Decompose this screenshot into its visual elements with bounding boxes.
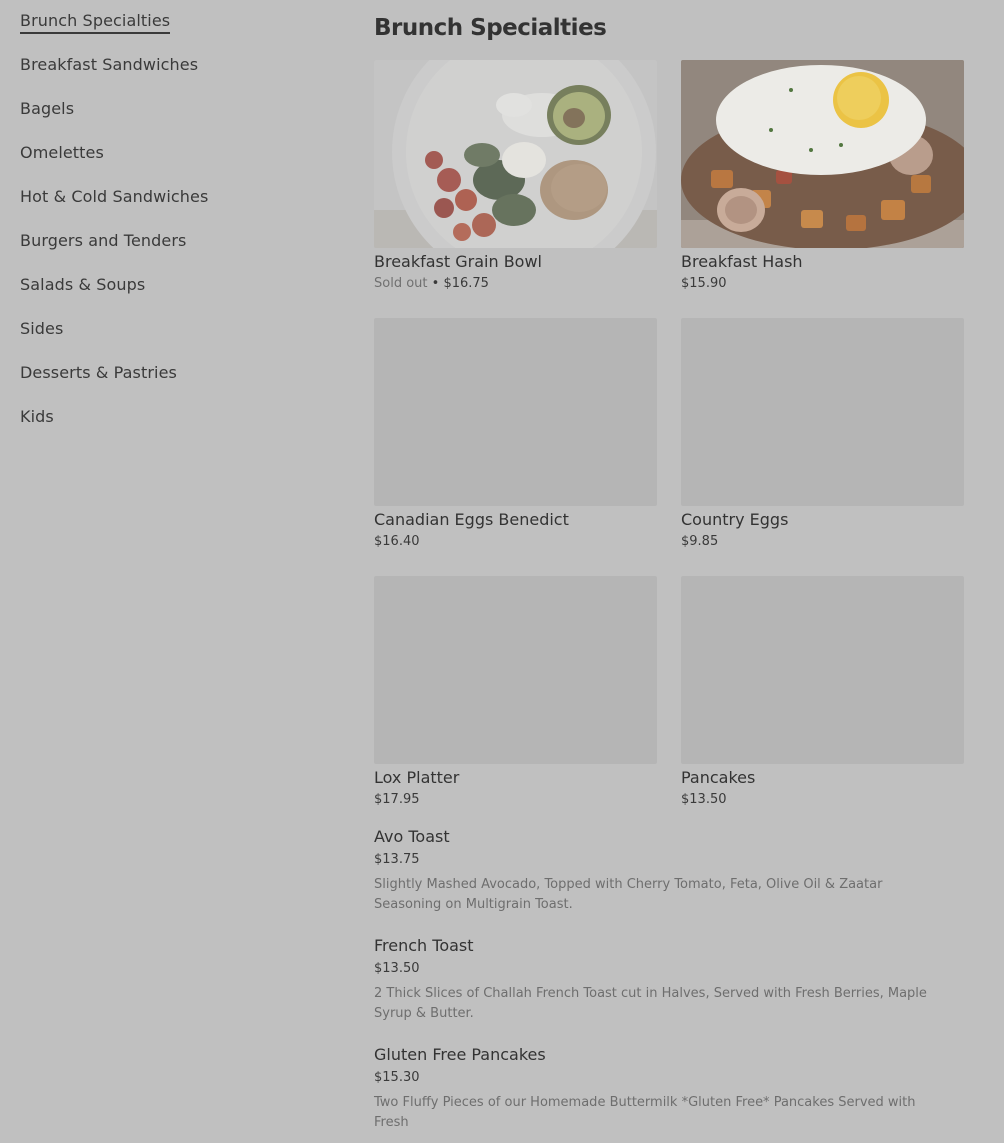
item-name: Lox Platter	[374, 768, 460, 787]
menu-card-breakfast-hash[interactable]: Breakfast Hash $15.90	[681, 60, 964, 294]
item-list: Avo Toast $13.75 Slightly Mashed Avocado…	[374, 826, 954, 1133]
nav-item-label: Omelettes	[20, 143, 104, 162]
image-placeholder	[374, 318, 657, 506]
item-name: Avo Toast	[374, 827, 450, 846]
section-title: Brunch Specialties	[374, 15, 607, 41]
item-description: Slightly Mashed Avocado, Topped with Che…	[374, 877, 883, 912]
menu-page: Brunch Specialties Breakfast Sandwiches …	[0, 0, 1004, 1143]
list-item-french-toast[interactable]: French Toast $13.50 2 Thick Slices of Ch…	[374, 935, 954, 1024]
nav-item-burgers-tenders[interactable]: Burgers and Tenders	[20, 230, 320, 274]
list-item-gluten-free-pancakes[interactable]: Gluten Free Pancakes $15.30 Two Fluffy P…	[374, 1044, 954, 1133]
nav-item-label: Burgers and Tenders	[20, 231, 187, 250]
nav-item-bagels[interactable]: Bagels	[20, 98, 320, 142]
item-name: Breakfast Grain Bowl	[374, 252, 542, 271]
item-price: $16.40	[374, 534, 420, 549]
item-grid: Breakfast Grain Bowl Sold out • $16.75 B…	[374, 60, 974, 810]
item-name: Pancakes	[681, 768, 756, 787]
item-price: $16.75	[443, 276, 489, 291]
item-price: $17.95	[374, 792, 420, 807]
item-name: French Toast	[374, 936, 474, 955]
nav-item-label: Hot & Cold Sandwiches	[20, 187, 209, 206]
nav-item-label: Sides	[20, 319, 64, 338]
nav-item-brunch-specialties[interactable]: Brunch Specialties	[20, 10, 320, 54]
nav-item-kids[interactable]: Kids	[20, 406, 320, 450]
nav-item-omelettes[interactable]: Omelettes	[20, 142, 320, 186]
nav-item-desserts-pastries[interactable]: Desserts & Pastries	[20, 362, 320, 406]
item-name: Gluten Free Pancakes	[374, 1045, 546, 1064]
image-placeholder	[374, 576, 657, 764]
item-price: $13.50	[681, 792, 727, 807]
item-price: $13.75	[374, 852, 420, 867]
nav-item-hot-cold-sandwiches[interactable]: Hot & Cold Sandwiches	[20, 186, 320, 230]
menu-section: Brunch Specialties Breakfast Grain Bowl …	[374, 12, 974, 1143]
nav-item-label: Kids	[20, 407, 54, 426]
menu-card-pancakes[interactable]: Pancakes $13.50	[681, 576, 964, 810]
item-description: 2 Thick Slices of Challah French Toast c…	[374, 986, 927, 1021]
item-price: $13.50	[374, 961, 420, 976]
item-price: $9.85	[681, 534, 719, 549]
item-name: Country Eggs	[681, 510, 789, 529]
sold-out-label: Sold out	[374, 276, 428, 291]
item-name: Breakfast Hash	[681, 252, 803, 271]
nav-item-label: Desserts & Pastries	[20, 363, 177, 382]
item-price: $15.90	[681, 276, 727, 291]
category-nav: Brunch Specialties Breakfast Sandwiches …	[20, 10, 320, 450]
hash-photo	[681, 60, 964, 248]
item-name: Canadian Eggs Benedict	[374, 510, 569, 529]
nav-item-label: Salads & Soups	[20, 275, 146, 294]
item-price-line: Sold out • $16.75	[374, 275, 657, 292]
menu-card-country-eggs[interactable]: Country Eggs $9.85	[681, 318, 964, 552]
nav-item-breakfast-sandwiches[interactable]: Breakfast Sandwiches	[20, 54, 320, 98]
menu-card-breakfast-grain-bowl[interactable]: Breakfast Grain Bowl Sold out • $16.75	[374, 60, 657, 294]
menu-card-canadian-eggs-benedict[interactable]: Canadian Eggs Benedict $16.40	[374, 318, 657, 552]
list-item-avo-toast[interactable]: Avo Toast $13.75 Slightly Mashed Avocado…	[374, 826, 954, 915]
image-placeholder	[681, 318, 964, 506]
item-price: $15.30	[374, 1070, 420, 1085]
nav-item-label: Brunch Specialties	[20, 10, 171, 34]
image-placeholder	[681, 576, 964, 764]
grain-bowl-photo	[374, 60, 657, 248]
nav-item-salads-soups[interactable]: Salads & Soups	[20, 274, 320, 318]
nav-item-sides[interactable]: Sides	[20, 318, 320, 362]
price-separator: •	[427, 276, 444, 291]
item-description: Two Fluffy Pieces of our Homemade Butter…	[374, 1095, 916, 1130]
menu-card-lox-platter[interactable]: Lox Platter $17.95	[374, 576, 657, 810]
nav-item-label: Bagels	[20, 99, 75, 118]
nav-item-label: Breakfast Sandwiches	[20, 55, 199, 74]
